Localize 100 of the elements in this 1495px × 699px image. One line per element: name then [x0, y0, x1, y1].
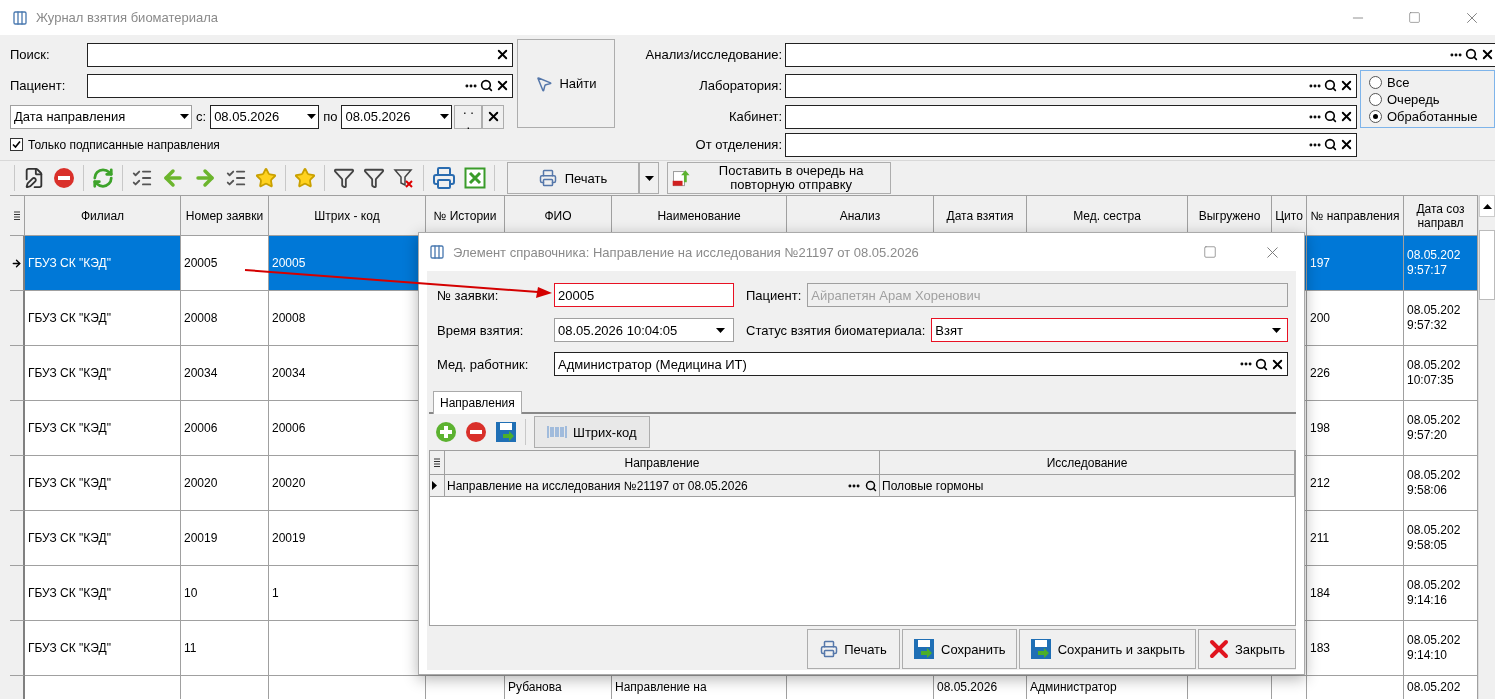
column-header[interactable]: Исследование: [880, 451, 1295, 475]
radio-button[interactable]: [1369, 75, 1382, 89]
patient-field[interactable]: [87, 73, 513, 98]
column-header[interactable]: № направления: [1307, 196, 1404, 236]
field-label: Пациент:: [746, 287, 802, 303]
radio-label: Обработанные: [1387, 107, 1478, 125]
dialog-button[interactable]: Печать: [807, 629, 901, 669]
table-cell: 211: [1307, 511, 1404, 566]
column-header[interactable]: Дата соз направл: [1404, 196, 1478, 236]
field-label: От отделения:: [694, 137, 783, 152]
table-cell: 08.05.202 9:58:06: [1404, 456, 1478, 511]
radio-button[interactable]: [1369, 109, 1382, 123]
table-icon: [12, 9, 28, 26]
clear-icon[interactable]: [1480, 47, 1495, 62]
add-icon[interactable]: [435, 421, 457, 443]
scrollbar-thumb[interactable]: [1479, 230, 1495, 300]
find-button[interactable]: Найти: [517, 39, 615, 128]
window-title: Журнал взятия биоматериала: [36, 10, 220, 25]
printer-icon[interactable]: [432, 166, 456, 190]
scroll-up-icon[interactable]: [1482, 203, 1492, 209]
table-cell: 198: [1307, 401, 1404, 456]
lookup-field[interactable]: [785, 42, 1495, 67]
table-cell: 20019: [181, 511, 269, 566]
column-menu-icon[interactable]: [430, 451, 445, 475]
stop-icon[interactable]: [53, 167, 75, 189]
filter-icon[interactable]: [363, 167, 385, 189]
table-cell: ГБУЗ СК "КЭД": [25, 401, 181, 456]
search-icon[interactable]: [1465, 48, 1478, 61]
table-cell: 20008: [181, 291, 269, 346]
table-cell: 08.05.202 9:58:05: [1404, 511, 1478, 566]
field-label: с:: [196, 109, 207, 124]
table-cell: ГБУЗ СК "КЭД": [25, 456, 181, 511]
save-icon: [913, 638, 936, 660]
status-select[interactable]: Взят: [931, 318, 1288, 342]
clear-icon[interactable]: [1339, 109, 1354, 124]
datetime-field[interactable]: 08.05.2026 10:04:05: [554, 318, 734, 342]
column-header[interactable]: Направление: [445, 451, 880, 475]
column-header[interactable]: Филиал: [25, 196, 181, 236]
column-header[interactable]: Штрих - код: [269, 196, 426, 236]
table-cell: 08.05.202 10:07:35: [1404, 346, 1478, 401]
date-field[interactable]: 08.05.2026: [341, 104, 453, 129]
search-icon[interactable]: [1324, 110, 1337, 123]
table-cell: ГБУЗ СК "КЭД": [25, 346, 181, 401]
clear-icon[interactable]: [495, 47, 510, 62]
field-label: Поиск:: [10, 47, 51, 62]
save-icon: [495, 421, 517, 443]
spreadsheet-icon[interactable]: [464, 167, 486, 189]
clear-button[interactable]: [482, 104, 505, 129]
filter-clear-icon[interactable]: [393, 167, 415, 189]
lookup-field[interactable]: [785, 73, 1357, 98]
search-icon[interactable]: [1324, 138, 1337, 151]
date-type-select[interactable]: Дата направления: [10, 104, 192, 129]
table-cell: ГБУЗ СК "КЭД": [25, 236, 181, 291]
clear-icon[interactable]: [1339, 78, 1354, 93]
table-row[interactable]: Рубанова Направление на 08.05.2026 Администратор 08.05.202: [10, 676, 1478, 699]
date-field[interactable]: 08.05.2026: [210, 104, 320, 129]
table-cell: 11: [181, 621, 269, 676]
lookup-field[interactable]: [785, 104, 1357, 129]
dialog-button[interactable]: Закрыть: [1197, 629, 1296, 669]
search-icon[interactable]: [480, 79, 493, 92]
table-cell: 183: [1307, 621, 1404, 676]
caret-icon: [644, 175, 654, 181]
field-label: Анализ/исследование:: [644, 47, 783, 62]
remove-icon[interactable]: [465, 421, 487, 443]
dialog-button[interactable]: Сохранить и закрыть: [1018, 629, 1196, 669]
column-header[interactable]: Цито: [1272, 196, 1307, 236]
print-button[interactable]: Печать: [507, 162, 639, 194]
lookup-field[interactable]: [785, 132, 1357, 157]
star-icon[interactable]: [255, 167, 277, 189]
worker-field[interactable]: Администратор (Медицина ИТ): [554, 352, 1288, 376]
search-icon[interactable]: [1255, 357, 1268, 371]
table-cell: Половые гормоны: [880, 475, 1295, 497]
caret-icon: [716, 327, 725, 333]
clear-icon[interactable]: [1339, 137, 1354, 152]
dialog-button[interactable]: Сохранить: [902, 629, 1017, 669]
star-icon[interactable]: [294, 167, 316, 189]
column-header[interactable]: Номер заявки: [181, 196, 269, 236]
table-cell: 184: [1307, 566, 1404, 621]
document-edit-icon[interactable]: [23, 167, 45, 189]
refresh-icon[interactable]: [92, 167, 114, 189]
checkbox-label: Только подписанные направления: [28, 137, 220, 152]
requeue-button[interactable]: Поставить в очередь на повторную отправку: [667, 162, 891, 194]
filter-icon[interactable]: [333, 167, 355, 189]
table-cell: 08.05.202 9:57:20: [1404, 401, 1478, 456]
table-cell: ГБУЗ СК "КЭД": [25, 566, 181, 621]
search-icon[interactable]: [865, 479, 877, 492]
search-icon[interactable]: [1324, 79, 1337, 92]
order-number-field[interactable]: 20005: [554, 283, 734, 307]
checkbox[interactable]: [10, 138, 23, 151]
search-field[interactable]: [87, 42, 513, 67]
clear-icon[interactable]: [495, 78, 510, 93]
more-button[interactable]: . . .: [454, 104, 483, 129]
field-label: Пациент:: [10, 78, 67, 93]
dropdown-button[interactable]: [639, 162, 659, 194]
field-label: Кабинет:: [727, 109, 783, 124]
tab[interactable]: Направления: [433, 391, 522, 414]
barcode-button[interactable]: Штрих-код: [534, 416, 650, 448]
radio-label: Все: [1387, 73, 1410, 91]
table-cell: 20020: [181, 456, 269, 511]
radio-button[interactable]: [1369, 92, 1382, 106]
